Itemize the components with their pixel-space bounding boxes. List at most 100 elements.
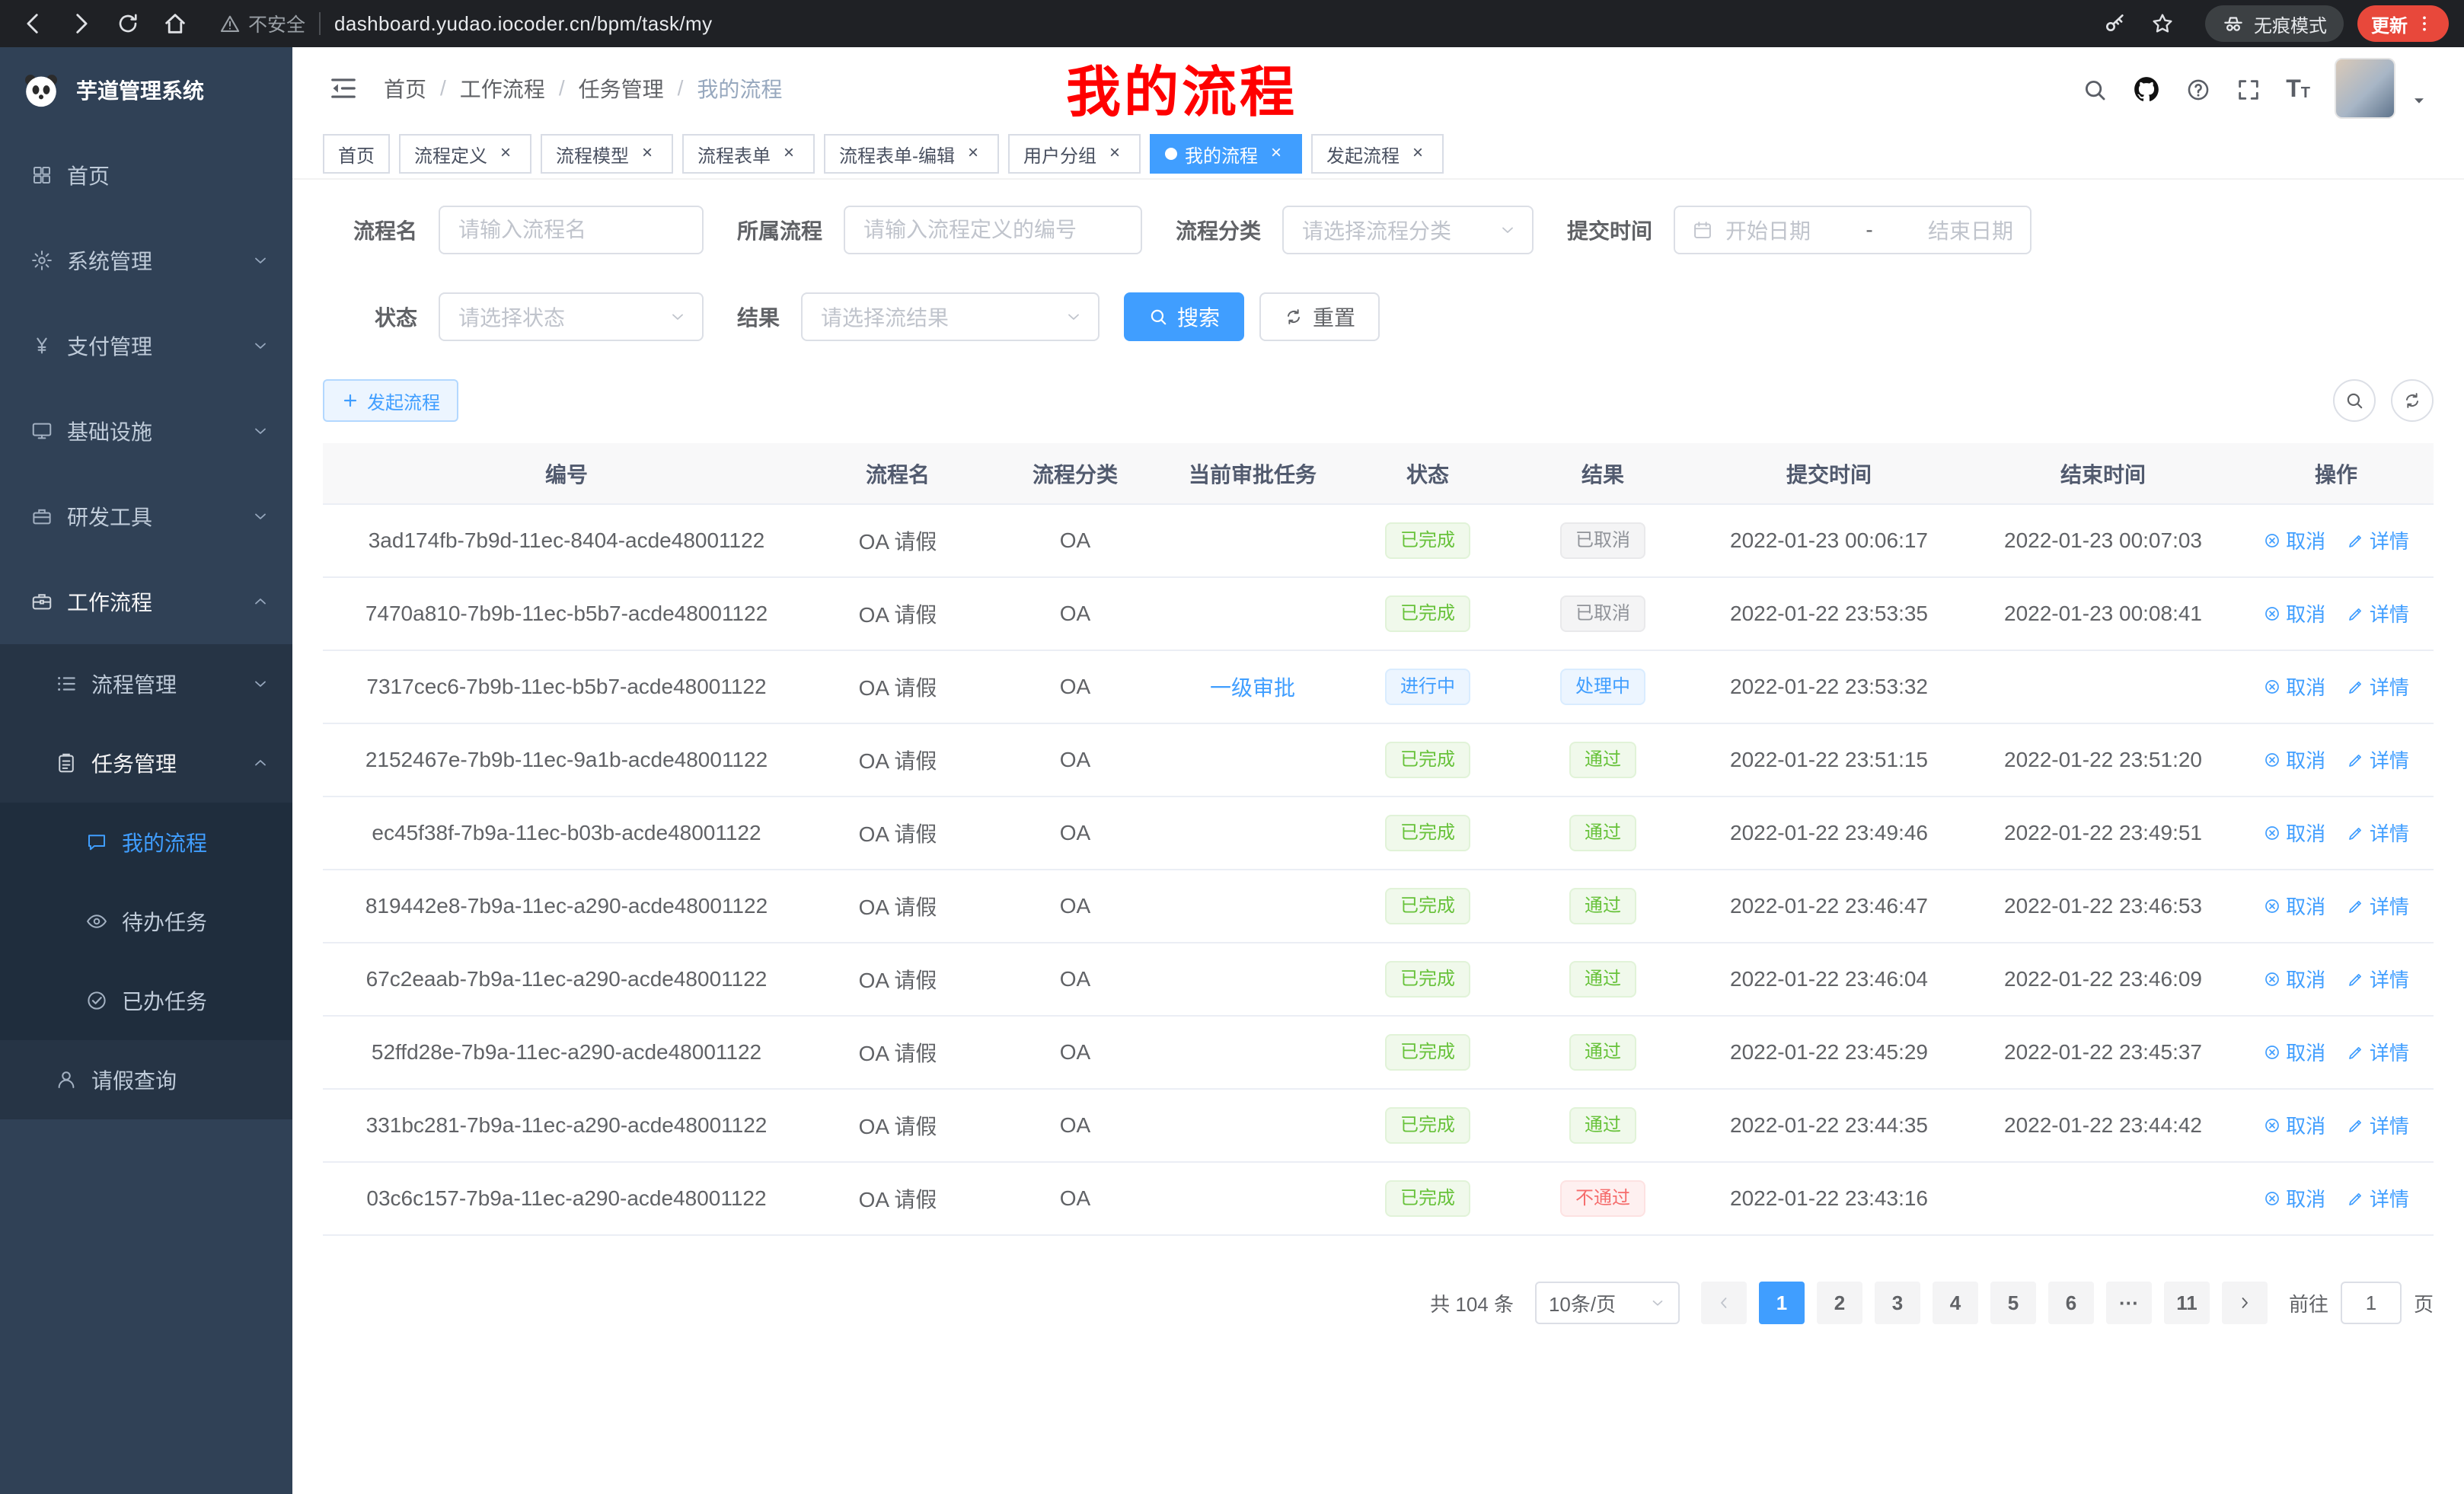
- breadcrumb-item[interactable]: 首页/: [384, 73, 446, 104]
- view-tab[interactable]: 流程表单 ×: [682, 134, 815, 174]
- site-security-chip[interactable]: 不安全: [219, 10, 305, 37]
- sidebar-item-system[interactable]: 系统管理: [0, 218, 292, 303]
- detail-link[interactable]: 详情: [2347, 599, 2409, 627]
- sidebar-item-leave-query[interactable]: 请假查询: [0, 1040, 292, 1119]
- sidebar-item-todo-tasks[interactable]: 待办任务: [0, 882, 292, 961]
- page-number-button[interactable]: 5: [1990, 1282, 2036, 1324]
- cancel-link[interactable]: 取消: [2263, 965, 2325, 993]
- browser-back-button[interactable]: [15, 5, 52, 42]
- close-tab-icon[interactable]: ×: [778, 143, 800, 164]
- sidebar-item-payment[interactable]: 支付管理: [0, 303, 292, 388]
- cell-end-time: 2022-01-22 23:49:51: [1968, 796, 2239, 870]
- reset-button[interactable]: 重置: [1259, 292, 1380, 341]
- sidebar-item-my-process[interactable]: 我的流程: [0, 803, 292, 882]
- github-icon[interactable]: [2132, 73, 2161, 104]
- detail-link[interactable]: 详情: [2347, 819, 2409, 847]
- detail-link[interactable]: 详情: [2347, 965, 2409, 993]
- search-button[interactable]: 搜索: [1124, 292, 1244, 341]
- browser-home-button[interactable]: [157, 5, 193, 42]
- help-icon[interactable]: [2185, 74, 2211, 103]
- sidebar-item-process-mgmt[interactable]: 流程管理: [0, 644, 292, 723]
- sidebar-item-workflow[interactable]: 工作流程: [0, 559, 292, 644]
- detail-link[interactable]: 详情: [2347, 745, 2409, 774]
- close-tab-icon[interactable]: ×: [1407, 143, 1428, 164]
- password-key-icon[interactable]: [2097, 5, 2134, 42]
- detail-link[interactable]: 详情: [2347, 1038, 2409, 1066]
- cancel-link[interactable]: 取消: [2263, 1111, 2325, 1139]
- browser-reload-button[interactable]: [110, 5, 146, 42]
- browser-menu-dots-icon[interactable]: [2414, 13, 2435, 34]
- cell-submit-time: 2022-01-22 23:46:04: [1690, 943, 1968, 1016]
- page-number-button[interactable]: 11: [2164, 1282, 2210, 1324]
- refresh-table-button[interactable]: [2391, 379, 2434, 422]
- user-avatar[interactable]: [2335, 58, 2395, 119]
- status-select[interactable]: 请选择状态: [439, 292, 704, 341]
- next-page-button[interactable]: [2222, 1282, 2268, 1324]
- sidebar-item-home[interactable]: 首页: [0, 132, 292, 218]
- close-tab-icon[interactable]: ×: [495, 143, 516, 164]
- page-number-button[interactable]: 4: [1933, 1282, 1978, 1324]
- cancel-link[interactable]: 取消: [2263, 672, 2325, 701]
- category-select[interactable]: 请选择流程分类: [1282, 206, 1534, 254]
- submit-time-range-picker[interactable]: 开始日期 - 结束日期: [1674, 206, 2032, 254]
- cancel-link[interactable]: 取消: [2263, 745, 2325, 774]
- sidebar-item-task-mgmt[interactable]: 任务管理: [0, 723, 292, 803]
- page-size-select[interactable]: 10条/页: [1535, 1282, 1680, 1324]
- view-tab[interactable]: 我的流程 ×: [1150, 134, 1302, 174]
- detail-link[interactable]: 详情: [2347, 526, 2409, 554]
- owner-process-input[interactable]: [844, 206, 1142, 254]
- view-tab[interactable]: 用户分组 ×: [1008, 134, 1141, 174]
- goto-page-input[interactable]: [2341, 1282, 2402, 1324]
- current-task-link[interactable]: 一级审批: [1210, 676, 1295, 700]
- page-number-button[interactable]: 3: [1875, 1282, 1920, 1324]
- breadcrumb-item[interactable]: 我的流程/: [697, 73, 782, 104]
- view-tab[interactable]: 流程定义 ×: [399, 134, 531, 174]
- cancel-link[interactable]: 取消: [2263, 1184, 2325, 1212]
- toggle-search-button[interactable]: [2333, 379, 2376, 422]
- close-tab-icon[interactable]: ×: [962, 143, 984, 164]
- close-tab-icon[interactable]: ×: [1104, 143, 1125, 164]
- browser-forward-button[interactable]: [62, 5, 99, 42]
- font-size-icon[interactable]: TT: [2286, 76, 2310, 101]
- page-number-button[interactable]: ···: [2106, 1282, 2152, 1324]
- create-process-button[interactable]: 发起流程: [323, 379, 458, 422]
- sidebar-item-done-tasks[interactable]: 已办任务: [0, 961, 292, 1040]
- avatar-caret-down-icon[interactable]: [2411, 85, 2427, 113]
- view-tab[interactable]: 发起流程 ×: [1311, 134, 1444, 174]
- page-number-button[interactable]: 2: [1817, 1282, 1862, 1324]
- detail-link[interactable]: 详情: [2347, 1184, 2409, 1212]
- view-tab[interactable]: 流程表单-编辑 ×: [824, 134, 999, 174]
- breadcrumb-item[interactable]: 任务管理/: [579, 73, 684, 104]
- page-number-button[interactable]: 6: [2048, 1282, 2094, 1324]
- table-row: 03c6c157-7b9a-11ec-a290-acde48001122 OA …: [323, 1162, 2434, 1235]
- cancel-link[interactable]: 取消: [2263, 892, 2325, 920]
- bookmark-star-icon[interactable]: [2144, 5, 2181, 42]
- cancel-icon: [2263, 824, 2281, 842]
- task-mgmt-submenu: 我的流程 待办任务 已办任务: [0, 803, 292, 1040]
- address-bar-url[interactable]: dashboard.yudao.iocoder.cn/bpm/task/my: [334, 12, 712, 36]
- cancel-link[interactable]: 取消: [2263, 1038, 2325, 1066]
- cancel-icon: [2263, 1116, 2281, 1135]
- cancel-link[interactable]: 取消: [2263, 526, 2325, 554]
- header-search-icon[interactable]: [2082, 74, 2108, 103]
- view-tab[interactable]: 首页 ×: [323, 134, 390, 174]
- result-select[interactable]: 请选择流结果: [801, 292, 1100, 341]
- fullscreen-icon[interactable]: [2236, 74, 2261, 103]
- close-tab-icon[interactable]: ×: [1266, 143, 1287, 164]
- page-number-button[interactable]: 1: [1759, 1282, 1805, 1324]
- detail-link[interactable]: 详情: [2347, 672, 2409, 701]
- sidebar-item-infrastructure[interactable]: 基础设施: [0, 388, 292, 474]
- sidebar-fold-button[interactable]: [329, 74, 358, 103]
- sidebar-item-devtools[interactable]: 研发工具: [0, 474, 292, 559]
- browser-update-button[interactable]: 更新: [2357, 5, 2449, 42]
- view-tab[interactable]: 流程模型 ×: [541, 134, 673, 174]
- breadcrumb-item[interactable]: 工作流程/: [460, 73, 565, 104]
- detail-link[interactable]: 详情: [2347, 892, 2409, 920]
- process-name-input[interactable]: [439, 206, 704, 254]
- prev-page-button[interactable]: [1701, 1282, 1747, 1324]
- detail-link[interactable]: 详情: [2347, 1111, 2409, 1139]
- cancel-link[interactable]: 取消: [2263, 819, 2325, 847]
- check-circle-icon: [85, 989, 108, 1012]
- cancel-link[interactable]: 取消: [2263, 599, 2325, 627]
- close-tab-icon[interactable]: ×: [637, 143, 658, 164]
